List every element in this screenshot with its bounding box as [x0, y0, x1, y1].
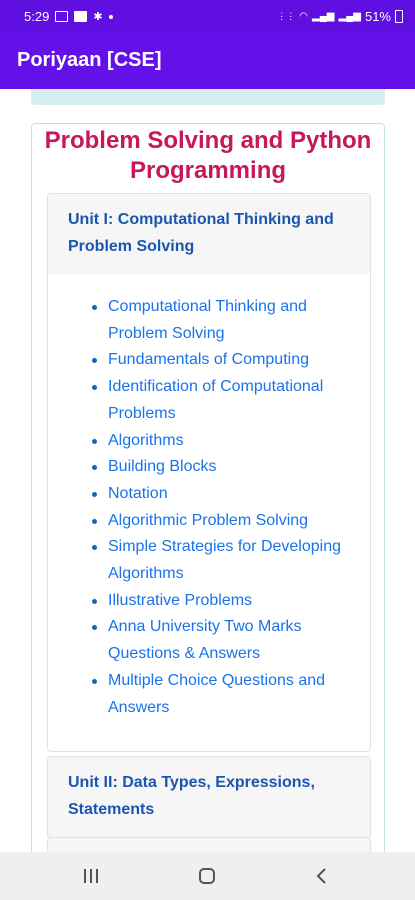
list-item: Algorithms	[92, 428, 350, 455]
topic-link[interactable]: Multiple Choice Questions and Answers	[108, 672, 325, 716]
list-item: Multiple Choice Questions and Answers	[92, 668, 350, 721]
topic-link[interactable]: Algorithms	[108, 432, 184, 449]
vowifi-icon: ⋮⋮	[277, 11, 296, 21]
unit-panel: Unit II: Data Types, Expressions, Statem…	[47, 756, 371, 838]
list-item: Illustrative Problems	[92, 588, 350, 615]
bullet-icon	[92, 358, 97, 364]
bullet-icon	[92, 598, 97, 604]
unit-header[interactable]: Unit I: Computational Thinking and Probl…	[48, 194, 370, 274]
bullet-icon	[92, 518, 97, 524]
unit-header[interactable]: Unit II: Data Types, Expressions, Statem…	[48, 757, 370, 837]
back-icon	[316, 868, 326, 884]
bullet-icon	[92, 545, 97, 551]
topic-link[interactable]: Simple Strategies for Developing Algorit…	[108, 538, 341, 582]
status-time: 5:29	[24, 9, 50, 24]
bullet-icon	[92, 465, 97, 471]
navigation-bar	[0, 852, 415, 900]
dot-icon	[108, 14, 113, 19]
app-bar: Poriyaan [CSE]	[0, 33, 415, 89]
bullet-icon	[92, 385, 97, 391]
signal-icon: ▂▄▆	[338, 11, 361, 22]
status-bar: 5:29 ✱ ⋮⋮ ◠ ▂▄▆ ▂▄▆ 51%	[0, 0, 415, 33]
topic-link[interactable]: Computational Thinking and Problem Solvi…	[108, 298, 307, 342]
unit-panel: Unit I: Computational Thinking and Probl…	[47, 193, 371, 753]
home-icon	[199, 868, 215, 884]
list-item: Building Blocks	[92, 454, 350, 481]
list-item: Fundamentals of Computing	[92, 347, 350, 374]
home-button[interactable]	[177, 852, 237, 900]
app-title: Poriyaan [CSE]	[17, 49, 162, 71]
bullet-icon	[92, 625, 97, 631]
bullet-icon	[92, 491, 97, 497]
youtube-icon	[74, 11, 88, 22]
battery-icon	[395, 10, 403, 23]
list-item: Identification of Computational Problems	[92, 374, 350, 427]
settings-icon: ✱	[93, 11, 103, 23]
topic-link[interactable]: Illustrative Problems	[108, 592, 252, 609]
bullet-icon	[92, 438, 97, 444]
bullet-icon	[92, 305, 97, 310]
topic-link[interactable]: Fundamentals of Computing	[108, 351, 309, 368]
topic-link[interactable]: Building Blocks	[108, 458, 217, 475]
subject-card: Problem Solving and Python Programming U…	[31, 123, 385, 885]
back-button[interactable]	[292, 852, 352, 900]
subject-title: Problem Solving and Python Programming	[44, 127, 372, 184]
topic-link[interactable]: Algorithmic Problem Solving	[108, 512, 308, 529]
list-item: Notation	[92, 481, 350, 508]
gallery-icon	[55, 11, 69, 22]
list-item: Algorithmic Problem Solving	[92, 508, 350, 535]
list-item: Anna University Two Marks Questions & An…	[92, 614, 350, 667]
recent-apps-icon	[84, 869, 98, 883]
topic-link[interactable]: Anna University Two Marks Questions & An…	[108, 618, 302, 662]
topic-link[interactable]: Identification of Computational Problems	[108, 378, 323, 422]
list-item: Computational Thinking and Problem Solvi…	[92, 294, 350, 347]
bullet-icon	[92, 678, 97, 684]
recent-apps-button[interactable]	[61, 852, 121, 900]
unit-body: Computational Thinking and Problem Solvi…	[48, 274, 370, 751]
topic-list: Computational Thinking and Problem Solvi…	[68, 294, 350, 721]
battery-text: 51%	[364, 9, 391, 24]
list-item: Simple Strategies for Developing Algorit…	[92, 534, 350, 587]
topic-link[interactable]: Notation	[108, 485, 168, 502]
wifi-icon: ◠	[299, 11, 309, 22]
signal-icon: ▂▄▆	[312, 11, 335, 22]
previous-card-bottom	[31, 89, 385, 105]
